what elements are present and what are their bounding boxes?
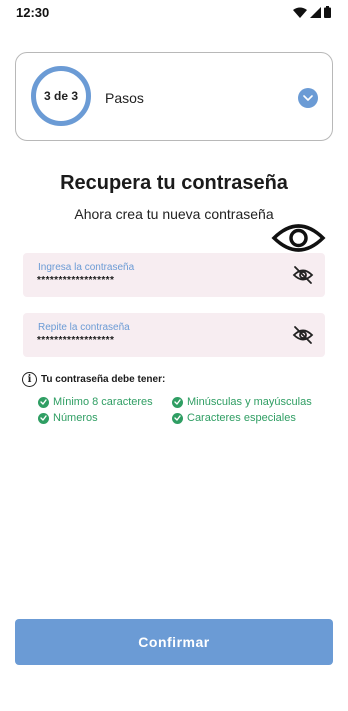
check-circle-icon	[38, 412, 49, 424]
eye-off-icon[interactable]	[292, 324, 314, 346]
confirm-password-field-label: Repite la contraseña	[38, 322, 130, 333]
check-circle-icon	[172, 396, 183, 408]
steps-label: Pasos	[105, 90, 144, 106]
check-circle-icon	[172, 412, 183, 424]
password-field-value[interactable]: ******************	[37, 275, 114, 286]
status-bar: 12:30	[0, 0, 348, 26]
password-field[interactable]: Ingresa la contraseña ******************	[23, 253, 325, 297]
step-progress-ring: 3 de 3	[31, 66, 91, 126]
rule-item: Minúsculas y mayúsculas	[172, 396, 312, 408]
step-progress-card[interactable]: 3 de 3 Pasos	[15, 52, 333, 141]
rule-item: Números	[38, 412, 98, 424]
rule-text: Números	[53, 412, 98, 424]
password-rules-title: Tu contraseña debe tener:	[41, 374, 166, 385]
confirm-button[interactable]: Confirmar	[15, 619, 333, 665]
check-circle-icon	[38, 396, 49, 408]
signal-icon	[310, 6, 321, 18]
step-count: 3 de 3	[43, 89, 79, 103]
password-rules-header: i Tu contraseña debe tener:	[22, 372, 165, 387]
info-icon: i	[22, 372, 37, 387]
rule-text: Mínimo 8 caracteres	[53, 396, 153, 408]
rule-text: Minúsculas y mayúsculas	[187, 396, 312, 408]
rule-item: Caracteres especiales	[172, 412, 296, 424]
confirm-password-field[interactable]: Repite la contraseña ******************	[23, 313, 325, 357]
password-field-label: Ingresa la contraseña	[38, 262, 135, 273]
rule-text: Caracteres especiales	[187, 412, 296, 424]
eye-icon[interactable]	[271, 219, 326, 257]
status-icons	[293, 6, 331, 18]
chevron-down-icon[interactable]	[298, 88, 318, 108]
page-title: Recupera tu contraseña	[60, 172, 288, 194]
status-time: 12:30	[16, 5, 50, 20]
battery-icon	[324, 6, 331, 18]
wifi-icon	[293, 7, 307, 18]
rule-item: Mínimo 8 caracteres	[38, 396, 153, 408]
confirm-password-field-value[interactable]: ******************	[37, 335, 114, 346]
eye-off-icon[interactable]	[292, 264, 314, 286]
